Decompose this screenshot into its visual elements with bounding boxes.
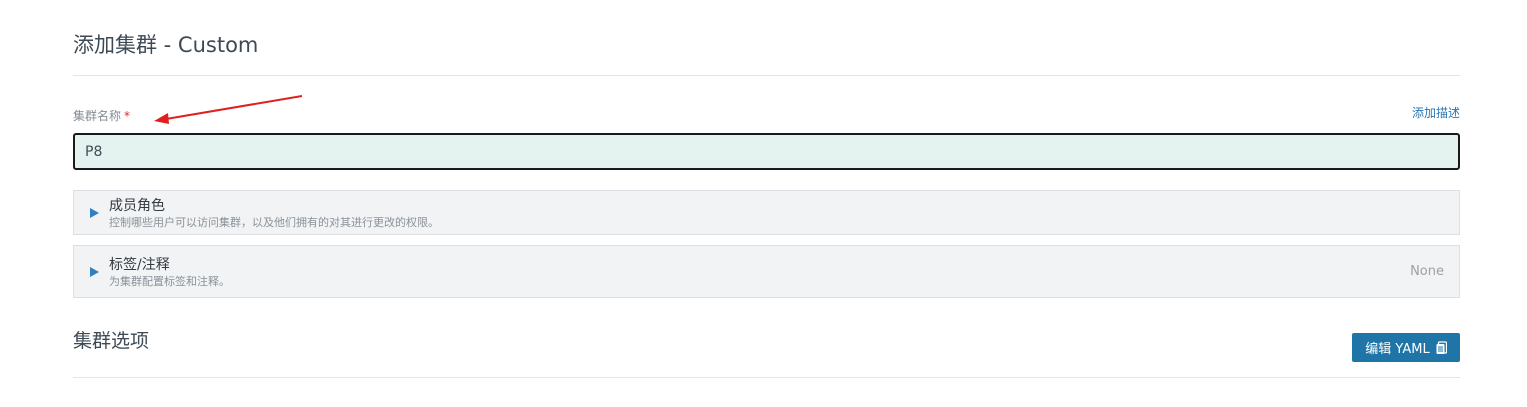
cluster-options-title: 集群选项 xyxy=(73,330,150,352)
add-description-link[interactable]: 添加描述 xyxy=(1412,105,1460,121)
section-divider xyxy=(73,377,1460,378)
cluster-name-label-text: 集群名称 xyxy=(73,109,122,123)
accordion-status: None xyxy=(1410,264,1444,279)
accordion-title: 成员角色 xyxy=(109,198,165,214)
page-title: 添加集群 - Custom xyxy=(73,33,259,57)
accordion-labels-annotations[interactable]: 标签/注释 为集群配置标签和注释。 None xyxy=(73,245,1460,298)
clipboard-icon xyxy=(1436,341,1447,354)
cluster-name-input[interactable] xyxy=(73,133,1460,170)
accordion-member-roles[interactable]: 成员角色 控制哪些用户可以访问集群，以及他们拥有的对其进行更改的权限。 xyxy=(73,190,1460,235)
header-divider xyxy=(73,75,1460,76)
expand-caret-icon xyxy=(90,267,99,277)
accordion-description: 控制哪些用户可以访问集群，以及他们拥有的对其进行更改的权限。 xyxy=(109,216,439,229)
required-marker: * xyxy=(124,109,131,123)
edit-yaml-button[interactable]: 编辑 YAML xyxy=(1352,333,1460,362)
accordion-title: 标签/注释 xyxy=(109,257,170,273)
expand-caret-icon xyxy=(90,208,99,218)
accordion-description: 为集群配置标签和注释。 xyxy=(109,275,230,288)
edit-yaml-label: 编辑 YAML xyxy=(1365,342,1430,357)
add-cluster-page: 添加集群 - Custom 集群名称* 添加描述 成员角色 控制哪些用户可以访问… xyxy=(0,0,1527,407)
cluster-name-label: 集群名称 * xyxy=(73,108,130,124)
